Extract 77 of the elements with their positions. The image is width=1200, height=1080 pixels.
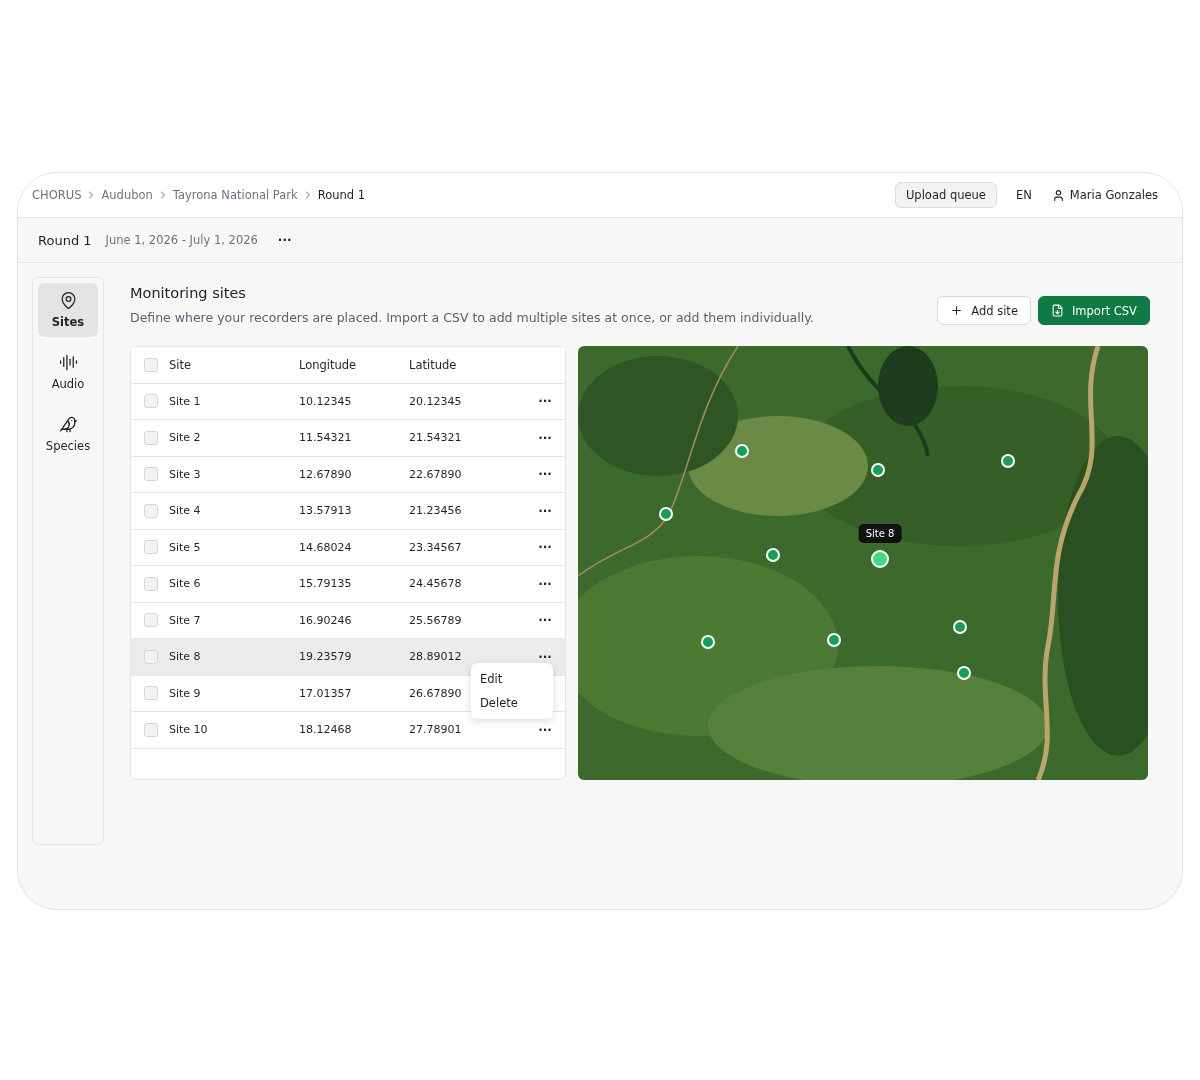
table-cell-text: 12.67890 [299,467,353,481]
column-header: Site [169,357,193,372]
checkbox[interactable] [144,686,158,701]
column-header: Longitude [299,357,358,372]
table-cell-text: 26.67890 [409,686,463,700]
breadcrumb-link[interactable]: CHORUS [32,188,82,202]
checkbox[interactable] [144,503,158,518]
checkbox[interactable] [144,430,158,445]
table-cell-text: 24.45678 [409,577,463,591]
checkbox[interactable] [144,576,158,591]
import-csv-button[interactable]: Import CSV [1037,296,1150,325]
table-cell-text: 21.54321 [409,431,463,445]
table-cell-text: 22.67890 [409,467,463,481]
add-site-button[interactable]: Add site [937,296,1031,325]
import-icon [1050,304,1064,317]
checkbox[interactable] [144,613,158,628]
table-cell-text: Site 7 [169,613,202,627]
table-cell-text: 20.12345 [409,394,463,408]
table-cell-text: 10.12345 [299,394,353,408]
round-dates: June 1, 2026 - July 1, 2026 [105,233,258,247]
sidebar-item[interactable]: Sites [38,283,98,337]
user-icon [1051,188,1065,202]
table-cell-text: Site 5 [169,540,202,554]
plus-icon [950,304,964,317]
checkbox[interactable] [144,540,158,555]
table-cell-text: Site 6 [169,577,202,591]
breadcrumb-link[interactable]: Audubon [101,188,153,202]
row-menu-button[interactable]: ··· [525,430,565,445]
table-cell-text: 23.34567 [409,540,463,554]
table-cell-text: 21.23456 [409,504,463,518]
round-title: Round 1 [38,232,92,248]
user-name[interactable]: Maria Gonzales [1069,188,1158,202]
audio-wave-icon [58,353,78,372]
row-menu-button[interactable]: ··· [525,503,565,518]
table-cell-text: 13.57913 [299,504,353,518]
sidebar-item[interactable]: Audio [38,345,98,399]
row-menu-button[interactable]: ··· [525,394,565,409]
table-cell-text: Site 10 [169,723,209,737]
sidebar-item[interactable]: Species [38,407,98,461]
menu-item[interactable]: Delete [471,691,553,715]
row-menu-button[interactable]: ··· [525,722,565,737]
upload-queue-button[interactable]: Upload queue [894,182,997,208]
checkbox[interactable] [144,394,158,409]
section-description: Define where your recorders are placed. Import a CSV to add multiple sites at once, or add them individually. [130,310,814,325]
row-menu-button[interactable]: ··· [525,540,565,555]
table-cell-text: Site 2 [169,431,202,445]
checkbox[interactable] [144,722,158,737]
table-cell-text: Site 9 [169,686,202,700]
table-cell-text: Site 8 [169,650,202,664]
section-title: Monitoring sites [130,285,247,301]
table-cell-text: 14.68024 [299,540,353,554]
table-cell-text: 19.23579 [299,650,353,664]
table-cell-text: 25.56789 [409,613,463,627]
table-cell-text: Site 4 [169,504,202,518]
breadcrumb-link[interactable]: Tayrona National Park [172,188,298,202]
row-menu-button[interactable]: ··· [525,467,565,482]
pin-tooltip: Site 8 [858,524,902,543]
table-cell-text: Site 3 [169,467,202,481]
row-menu-button[interactable]: ··· [525,613,565,628]
breadcrumb-link[interactable]: Round 1 [317,188,366,202]
checkbox[interactable] [144,357,158,372]
table-cell-text: 16.90246 [299,613,353,627]
checkbox[interactable] [144,467,158,482]
bird-icon [58,415,78,434]
row-menu-button[interactable]: ··· [525,649,565,664]
table-cell-text: Site 1 [169,394,202,408]
table-cell-text: 11.54321 [299,431,353,445]
table-cell-text: 18.12468 [299,723,353,737]
more-button[interactable]: ··· [271,233,298,247]
checkbox[interactable] [144,649,158,664]
table-cell-text: 27.78901 [409,723,463,737]
table-cell-text: 28.89012 [409,650,463,664]
row-menu-button[interactable]: ··· [525,576,565,591]
table-cell-text: 15.79135 [299,577,353,591]
language-selector[interactable]: EN [1015,188,1032,202]
column-header: Latitude [409,357,458,372]
table-cell-text: 17.01357 [299,686,353,700]
